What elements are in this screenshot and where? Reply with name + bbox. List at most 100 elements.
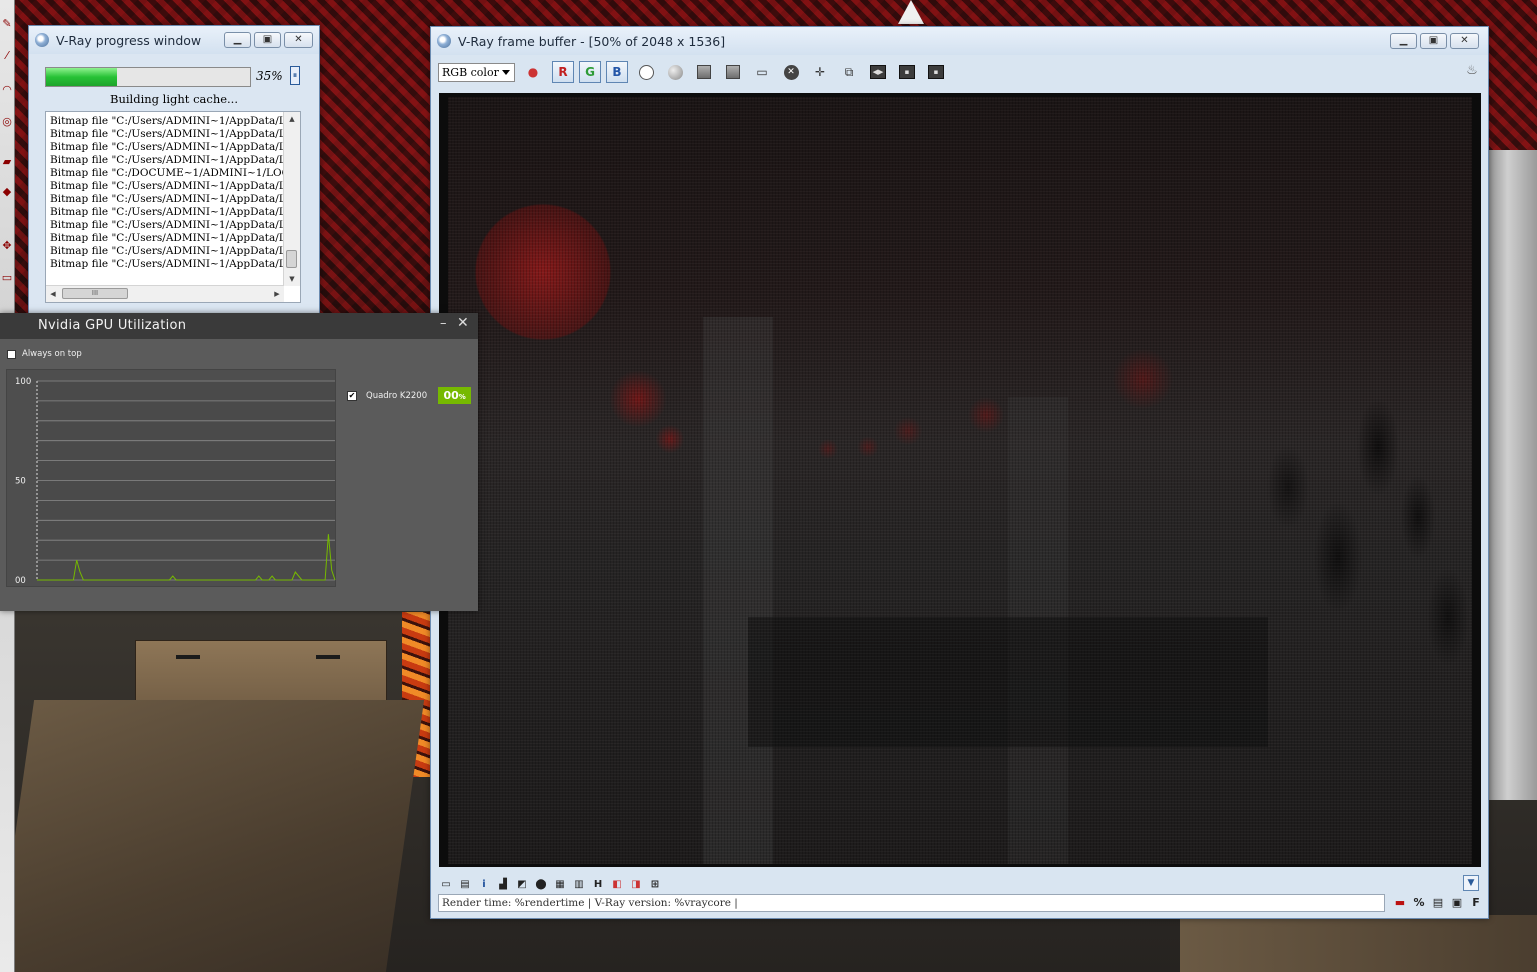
lut-toggle-button[interactable]: ▥ xyxy=(572,877,586,891)
region-icon: ◀▶ xyxy=(870,65,886,79)
save-all-button[interactable] xyxy=(722,61,744,83)
checkbox-box[interactable] xyxy=(7,349,16,359)
log-line: Bitmap file "C:/Users/ADMINI~1/AppData/L… xyxy=(50,141,284,153)
expand-panel-button[interactable]: ▼ xyxy=(1463,875,1479,891)
channel-select[interactable]: RGB color xyxy=(438,62,515,82)
move-tool-icon[interactable]: ✥ xyxy=(1,240,13,252)
stamp-text-field[interactable]: Render time: %rendertime | V-Ray version… xyxy=(438,894,1385,912)
scroll-left-icon[interactable]: ◀ xyxy=(46,286,60,302)
color-channels-button[interactable]: ● xyxy=(522,61,544,83)
info-button[interactable]: i xyxy=(477,877,491,891)
arc-tool-icon[interactable]: ◠ xyxy=(1,84,13,96)
lut-button[interactable]: ▦ xyxy=(553,877,567,891)
line-tool-icon[interactable]: ⁄ xyxy=(1,50,13,62)
levels-button[interactable]: ▟ xyxy=(496,877,510,891)
save-image-button[interactable] xyxy=(693,61,715,83)
log-vertical-scrollbar[interactable]: ▲ ▼ xyxy=(283,112,300,286)
render-last-button[interactable]: ▪ xyxy=(925,61,947,83)
close-icon: ✕ xyxy=(294,34,303,45)
log-line: Bitmap file "C:/Users/ADMINI~1/AppData/L… xyxy=(50,115,284,127)
render-image xyxy=(448,97,1478,864)
pixel-aspect-button[interactable]: ⊞ xyxy=(648,877,662,891)
curves-button[interactable]: ◩ xyxy=(515,877,529,891)
log-line: Bitmap file "C:/Users/ADMINI~1/AppData/L… xyxy=(50,180,284,192)
chevron-down-icon: ▼ xyxy=(1467,878,1475,888)
progress-log[interactable]: Bitmap file "C:/Users/ADMINI~1/AppData/L… xyxy=(45,111,301,303)
y-tick-label: 100 xyxy=(15,377,31,387)
histogram-button[interactable]: H xyxy=(591,877,605,891)
cabinet-handle xyxy=(316,655,340,659)
maximize-button[interactable]: ▣ xyxy=(254,32,281,48)
minimize-button[interactable]: – xyxy=(440,316,447,331)
vray-frame-buffer-window[interactable]: V-Ray frame buffer - [50% of 2048 x 1536… xyxy=(430,26,1489,919)
histogram-icon: H xyxy=(593,878,603,890)
rgb-circles-icon: ● xyxy=(527,65,539,79)
vfb-titlebar[interactable]: V-Ray frame buffer - [50% of 2048 x 1536… xyxy=(431,27,1488,55)
minimize-button[interactable]: ▁ xyxy=(224,32,251,48)
nvidia-gpu-utilization-window[interactable]: Nvidia GPU Utilization – ✕ Always on top… xyxy=(0,313,478,611)
minimize-button[interactable]: ▁ xyxy=(1390,33,1417,49)
close-button[interactable]: ✕ xyxy=(457,315,469,331)
stamp-controls: ▬ % ▤ ▣ F xyxy=(1389,895,1484,911)
close-button[interactable]: ✕ xyxy=(284,32,313,48)
log-horizontal-scroll-thumb[interactable]: III xyxy=(62,288,128,299)
alpha-channel-button[interactable] xyxy=(635,61,657,83)
stamp-variables-button[interactable]: % xyxy=(1411,895,1427,911)
load-image-button[interactable]: ▭ xyxy=(751,61,773,83)
log-lines: Bitmap file "C:/Users/ADMINI~1/AppData/L… xyxy=(50,115,284,271)
green-channel-button[interactable]: G xyxy=(579,61,601,83)
pause-button[interactable]: ⏸ xyxy=(290,66,300,85)
maximize-button[interactable]: ▣ xyxy=(1420,33,1447,49)
teapot-render-button[interactable]: ♨ xyxy=(1462,63,1482,81)
exposure-button[interactable]: ⬤ xyxy=(534,877,548,891)
log-vertical-scroll-thumb[interactable] xyxy=(286,250,297,268)
log-line: Bitmap file "C:/Users/ADMINI~1/AppData/L… xyxy=(50,219,284,231)
close-icon: ✕ xyxy=(457,315,469,331)
scroll-up-icon[interactable]: ▲ xyxy=(284,112,300,126)
render-region-button[interactable]: ◀▶ xyxy=(867,61,889,83)
y-tick-label: 50 xyxy=(15,477,26,487)
history-button[interactable]: ▤ xyxy=(458,877,472,891)
channel-select-value: RGB color xyxy=(442,65,499,79)
pencil-tool-icon[interactable]: ✎ xyxy=(1,18,13,30)
always-on-top-checkbox[interactable]: Always on top xyxy=(7,349,82,359)
render-view[interactable] xyxy=(439,93,1481,867)
close-button[interactable]: ✕ xyxy=(1450,33,1479,49)
clear-image-button[interactable]: ✕ xyxy=(780,61,802,83)
orbit-tool-icon[interactable]: ◎ xyxy=(1,116,13,128)
ab-button[interactable]: ◨ xyxy=(629,877,643,891)
link-button[interactable]: ▪ xyxy=(896,61,918,83)
log-line: Bitmap file "C:/Users/ADMINI~1/AppData/L… xyxy=(50,154,284,166)
compare-button[interactable]: ◧ xyxy=(610,877,624,891)
stamp-font-button[interactable]: F xyxy=(1468,895,1484,911)
log-line: Bitmap file "C:/Users/ADMINI~1/AppData/L… xyxy=(50,245,284,257)
scene-right-wall xyxy=(1488,150,1537,800)
mono-mode-button[interactable] xyxy=(664,61,686,83)
blue-channel-button[interactable]: B xyxy=(606,61,628,83)
gpu-titlebar[interactable]: Nvidia GPU Utilization – ✕ xyxy=(0,313,478,339)
duplicate-button[interactable]: ⧉ xyxy=(838,61,860,83)
log-line: Bitmap file "C:/Users/ADMINI~1/AppData/L… xyxy=(50,258,284,270)
vray-progress-window[interactable]: V-Ray progress window ▁ ▣ ✕ 35% ⏸ Buildi… xyxy=(28,25,320,315)
section-tool-icon[interactable]: ▭ xyxy=(1,272,13,284)
maximize-icon: ▣ xyxy=(1428,35,1439,46)
color-corrections-button[interactable]: ▭ xyxy=(439,877,453,891)
stamp-align-button[interactable]: ▤ xyxy=(1430,895,1446,911)
close-icon: ✕ xyxy=(1460,35,1469,46)
monitor-icon: ▣ xyxy=(1451,896,1463,909)
gpu-checkbox[interactable]: ✔ xyxy=(347,390,357,401)
stamp-color-button[interactable]: ▬ xyxy=(1392,895,1408,911)
red-channel-button[interactable]: R xyxy=(552,61,574,83)
log-horizontal-scrollbar[interactable]: ◀ III ▶ xyxy=(46,285,284,302)
teapot-icon: ♨ xyxy=(1466,63,1478,78)
stamp-toggle-button[interactable]: ▣ xyxy=(1449,895,1465,911)
render-noise xyxy=(448,97,1472,864)
track-mouse-button[interactable]: ✛ xyxy=(809,61,831,83)
pause-icon: ⏸ xyxy=(292,71,298,81)
progress-window-titlebar[interactable]: V-Ray progress window ▁ ▣ ✕ xyxy=(29,26,319,54)
push-pull-tool-icon[interactable]: ◆ xyxy=(1,186,13,198)
paint-tool-icon[interactable]: ▰ xyxy=(1,156,13,168)
align-icon: ▤ xyxy=(1432,896,1444,909)
scroll-down-icon[interactable]: ▼ xyxy=(284,272,300,286)
scroll-right-icon[interactable]: ▶ xyxy=(270,286,284,302)
